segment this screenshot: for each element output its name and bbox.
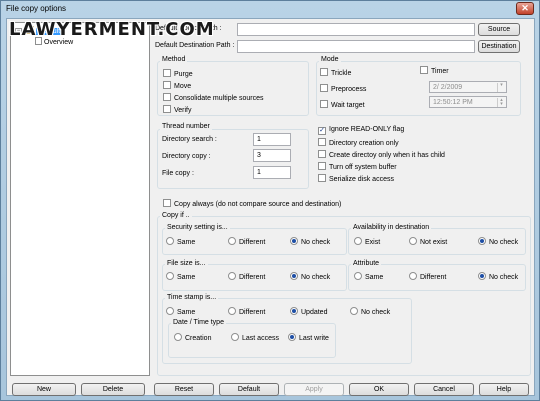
window-title: File copy options: [6, 4, 67, 13]
dialog-client-area: − Default Overview Default Source Path :…: [6, 18, 535, 396]
trickle-checkbox[interactable]: Trickle: [320, 68, 351, 77]
thread-number-title: Thread number: [160, 123, 212, 130]
watermark-text: LAWYERMENT.COM: [9, 19, 215, 40]
timer-checkbox[interactable]: Timer: [420, 66, 449, 75]
destination-path-input[interactable]: [237, 40, 475, 53]
apply-button[interactable]: Apply: [284, 383, 344, 396]
file-size-different-radio[interactable]: Different: [228, 272, 265, 281]
attribute-different-radio[interactable]: Different: [409, 272, 446, 281]
verify-checkbox[interactable]: Verify: [163, 105, 192, 114]
copy-always-checkbox[interactable]: Copy always (do not compare source and d…: [163, 199, 341, 208]
destination-button[interactable]: Destination: [478, 40, 520, 53]
turn-off-buffer-checkbox[interactable]: Turn off system buffer: [318, 162, 397, 171]
dropdown-arrow-icon: ▾: [497, 83, 505, 92]
availability-no-check-radio[interactable]: No check: [478, 237, 518, 246]
directory-search-label: Directory search :: [162, 136, 217, 143]
destination-path-label: Default Destination Path :: [155, 42, 235, 49]
attribute-title: Attribute: [351, 260, 382, 267]
security-different-radio[interactable]: Different: [228, 237, 265, 246]
creation-radio[interactable]: Creation: [174, 333, 211, 342]
attribute-no-check-radio[interactable]: No check: [478, 272, 518, 281]
date-time-type-title: Date / Time type: [171, 319, 226, 326]
file-copy-input[interactable]: 1: [253, 166, 291, 179]
availability-not-exist-radio[interactable]: Not exist: [409, 237, 447, 246]
file-size-same-radio[interactable]: Same: [166, 272, 195, 281]
move-checkbox[interactable]: Move: [163, 81, 191, 90]
file-copy-label: File copy :: [162, 170, 194, 177]
timer-date-picker[interactable]: 2/ 2/2009 ▾: [429, 81, 507, 93]
directory-creation-only-checkbox[interactable]: Directory creation only: [318, 138, 399, 147]
mode-group-title: Mode: [319, 56, 341, 63]
time-stamp-same-radio[interactable]: Same: [166, 307, 195, 316]
attribute-same-radio[interactable]: Same: [354, 272, 383, 281]
purge-checkbox[interactable]: Purge: [163, 69, 193, 78]
security-same-radio[interactable]: Same: [166, 237, 195, 246]
time-stamp-updated-radio[interactable]: Updated: [290, 307, 327, 316]
delete-button[interactable]: Delete: [81, 383, 145, 396]
source-button[interactable]: Source: [478, 23, 520, 36]
availability-title: Availability in destination: [351, 224, 432, 231]
reset-button[interactable]: Reset: [154, 383, 214, 396]
profile-tree[interactable]: − Default Overview: [10, 22, 150, 376]
security-no-check-radio[interactable]: No check: [290, 237, 330, 246]
copy-if-title: Copy if ..: [160, 212, 192, 219]
directory-copy-label: Directory copy :: [162, 153, 211, 160]
consolidate-checkbox[interactable]: Consolidate multiple sources: [163, 93, 264, 102]
availability-exist-radio[interactable]: Exist: [354, 237, 380, 246]
title-bar[interactable]: File copy options ✕: [1, 1, 539, 18]
time-stamp-title: Time stamp is...: [165, 294, 219, 301]
spinner-icon: ▴ ▾: [497, 98, 505, 107]
directory-search-input[interactable]: 1: [253, 133, 291, 146]
ignore-readonly-checkbox[interactable]: ✓ Ignore READ-ONLY flag: [318, 126, 404, 135]
file-copy-options-window: File copy options ✕ − Default Overview D…: [0, 0, 540, 401]
directory-copy-input[interactable]: 3: [253, 149, 291, 162]
security-title: Security setting is...: [165, 224, 230, 231]
ok-button[interactable]: OK: [349, 383, 409, 396]
last-write-radio[interactable]: Last write: [288, 333, 329, 342]
wait-target-checkbox[interactable]: Wait target: [320, 100, 365, 109]
last-access-radio[interactable]: Last access: [231, 333, 279, 342]
method-group-title: Method: [160, 56, 188, 63]
serialize-disk-checkbox[interactable]: Serialize disk access: [318, 174, 394, 183]
cancel-button[interactable]: Cancel: [414, 383, 474, 396]
timer-time-picker[interactable]: 12:50:12 PM ▴ ▾: [429, 96, 507, 108]
help-button[interactable]: Help: [479, 383, 529, 396]
preprocess-checkbox[interactable]: Preprocess: [320, 84, 366, 93]
file-size-no-check-radio[interactable]: No check: [290, 272, 330, 281]
time-stamp-different-radio[interactable]: Different: [228, 307, 265, 316]
default-button[interactable]: Default: [219, 383, 279, 396]
create-directory-child-checkbox[interactable]: Create directoy only when it has child: [318, 150, 445, 159]
time-stamp-no-check-radio[interactable]: No check: [350, 307, 390, 316]
new-button[interactable]: New: [12, 383, 76, 396]
tree-item-overview-label: Overview: [44, 39, 74, 46]
close-button[interactable]: ✕: [516, 2, 534, 15]
file-size-title: File size is...: [165, 260, 208, 267]
source-path-input[interactable]: [237, 23, 475, 36]
